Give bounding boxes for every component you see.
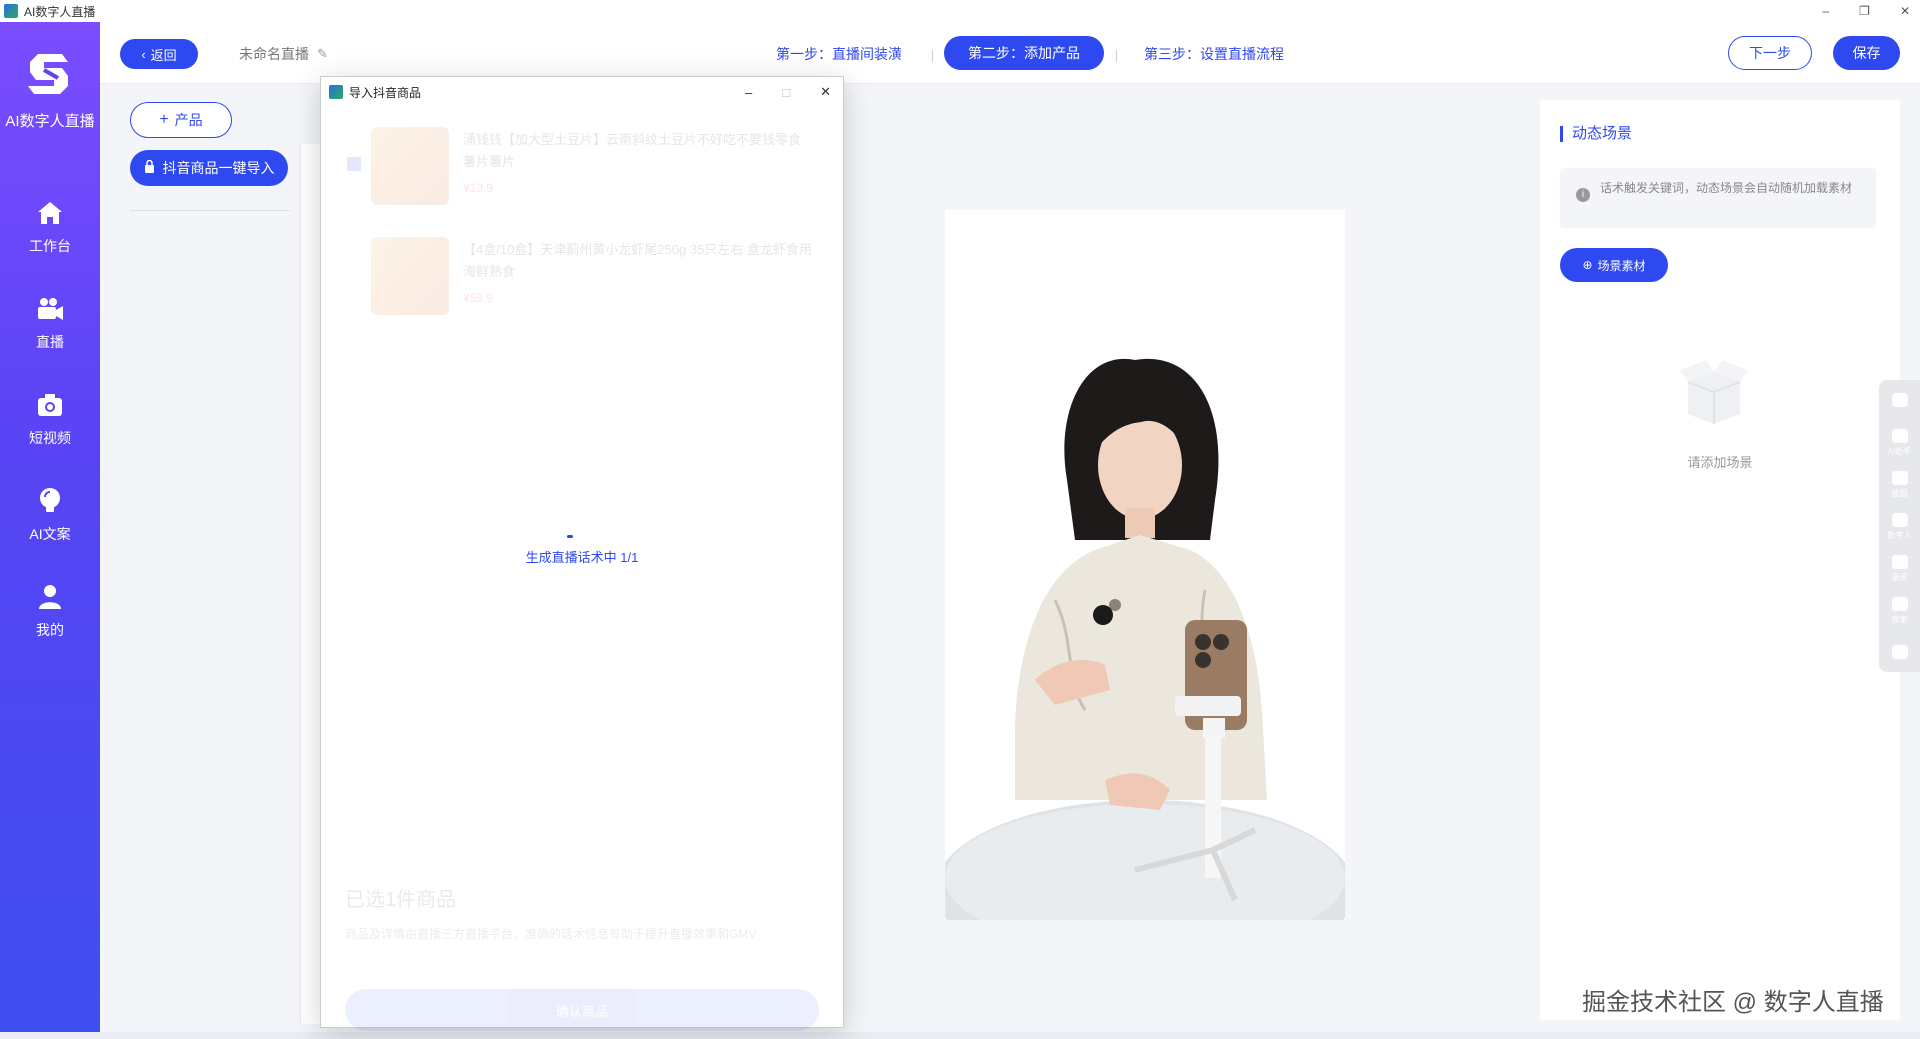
step-separator [932,50,933,62]
logo-mark-icon [28,50,72,98]
empty-scene-text: 请添加场景 [1687,455,1753,470]
product-price: ¥13.9 [463,181,494,195]
float-tool-record[interactable]: 录屏 [1879,548,1920,590]
edit-pencil-icon[interactable]: ✎ [317,46,328,62]
screenshot-icon [1891,471,1908,485]
video-camera-icon [35,294,65,324]
sidebar-item-label: AI文案 [29,526,71,542]
minimize-icon[interactable]: – [745,85,752,100]
app-icon [4,4,18,18]
float-tool-settings[interactable] [1879,632,1920,674]
heart-icon [1891,392,1908,407]
sidebar-item-label: 工作台 [29,238,71,254]
camera-icon [35,390,65,420]
project-name[interactable]: 未命名直播 ✎ [239,44,328,64]
watermark: 掘金技术社区 @ 数字人直播 [1582,989,1884,1016]
float-tool-screenshot[interactable]: 截图 [1879,464,1920,506]
dialog-app-icon [329,85,343,99]
save-button[interactable]: 保存 [1833,36,1900,70]
float-tool-heart[interactable] [1879,380,1920,422]
ai-assistant-icon [1891,429,1908,443]
title-bar: AI数字人直播 – ❐ ✕ [0,0,1920,22]
float-tool-digital-human[interactable]: 数字人 [1879,506,1920,548]
maximize-icon[interactable]: □ [782,85,790,100]
empty-box-icon [1674,352,1754,432]
product-thumbnail [371,127,449,205]
selected-count: 已选1件商品 [345,889,457,911]
sidebar: AI数字人直播 工作台 直播 短视频 AI文案 我的 [0,22,100,1032]
sidebar-item-label: 短视频 [29,430,71,446]
bottom-strip [0,1032,1920,1039]
user-icon [35,582,65,612]
home-icon [35,198,65,228]
logo: AI数字人直播 [0,50,100,131]
digital-human-figure [945,358,1345,920]
loading-spinner-icon [567,535,573,538]
next-step-button[interactable]: 下一步 [1728,36,1812,70]
step-separator [1116,50,1117,62]
scene-material-button[interactable]: ⊕ 场景素材 [1560,248,1668,282]
dialog-body: 涌钱钱【加大型土豆片】云南斜纹土豆片不好吃不要钱零食薯片薯片 ¥13.9 【4盒… [321,107,843,1031]
panel-title: 动态场景 [1560,126,1632,142]
douyin-import-button[interactable]: 抖音商品一键导入 [130,150,288,186]
product-row[interactable]: 【4盒/10盒】天津蓟州黄小龙虾尾250g 35只左右 盒龙虾食用海鲜熟食 ¥5… [331,227,831,327]
product-thumbnail [371,237,449,315]
chevron-left-icon: ‹ [141,46,146,62]
product-title: 【4盒/10盒】天津蓟州黄小龙虾尾250g 35只左右 盒龙虾食用海鲜熟食 [463,242,812,279]
product-panel: + 产品 抖音商品一键导入 [100,84,300,1032]
bulb-icon [35,486,65,516]
sidebar-item-mine[interactable]: 我的 [0,582,100,640]
divider [130,210,290,211]
confirm-products-button[interactable]: 确认商品 [345,989,819,1031]
window-controls: – ❐ ✕ [1822,0,1910,22]
import-douyin-dialog: 导入抖音商品 – □ ✕ 涌钱钱【加大型土豆片】云南斜纹土豆片不好吃不要钱零食薯… [320,76,844,1031]
sidebar-item-workbench[interactable]: 工作台 [0,198,100,256]
product-checkbox[interactable] [347,157,361,171]
close-icon[interactable]: ✕ [1900,4,1910,18]
sidebar-item-live[interactable]: 直播 [0,294,100,352]
digital-human-icon [1891,513,1908,527]
step-three[interactable]: 第三步：设置直播流程 [1144,44,1284,64]
dynamic-scene-panel: 动态场景 i 话术触发关键词，动态场景会自动随机加载素材 ⊕ 场景素材 请添加场… [1540,100,1900,1020]
selected-description: 商品及详情由直播三方直播平台，准确的话术信息有助于提升直播效果和GMV [345,927,757,941]
dialog-window-controls: – □ ✕ [745,77,831,107]
product-title: 涌钱钱【加大型土豆片】云南斜纹土豆片不好吃不要钱零食薯片薯片 [463,132,802,169]
scene-tip: i 话术触发关键词，动态场景会自动随机加载素材 [1560,168,1876,228]
lock-icon [144,159,155,176]
sidebar-item-ai-copy[interactable]: AI文案 [0,486,100,544]
sidebar-item-label: 直播 [36,334,64,350]
sidebar-item-label: 我的 [36,622,64,638]
top-toolbar: ‹ 返回 未命名直播 ✎ 第一步：直播间装潢 第二步：添加产品 第三步：设置直播… [100,22,1920,84]
restore-icon[interactable]: ❐ [1859,4,1870,18]
product-price: ¥59.9 [463,291,494,305]
window-title: AI数字人直播 [24,4,96,19]
info-icon: i [1576,188,1590,202]
back-button[interactable]: ‹ 返回 [120,39,198,69]
live-preview-canvas [945,210,1345,920]
floating-toolbar: AI助手 截图 数字人 录屏 搜索 [1879,380,1920,672]
product-row[interactable]: 涌钱钱【加大型土豆片】云南斜纹土豆片不好吃不要钱零食薯片薯片 ¥13.9 [331,117,831,217]
dialog-title: 导入抖音商品 [349,85,422,100]
settings-icon [1891,644,1908,659]
float-tool-search[interactable]: 搜索 [1879,590,1920,632]
step-two-active[interactable]: 第二步：添加产品 [944,36,1104,70]
loading-text: 生成直播话术中 1/1 [525,550,639,565]
logo-text: AI数字人直播 [5,113,95,130]
plus-icon: + [159,111,169,128]
minimize-icon[interactable]: – [1822,4,1829,18]
add-product-button[interactable]: + 产品 [130,102,232,138]
step-one[interactable]: 第一步：直播间装潢 [776,44,902,64]
float-tool-ai-assistant[interactable]: AI助手 [1879,422,1920,464]
plus-circle-icon: ⊕ [1582,258,1593,272]
sidebar-item-short-video[interactable]: 短视频 [0,390,100,448]
dialog-title-bar: 导入抖音商品 – □ ✕ [321,77,843,107]
close-icon[interactable]: ✕ [820,84,831,100]
record-icon [1891,555,1908,569]
search-icon [1891,597,1908,611]
